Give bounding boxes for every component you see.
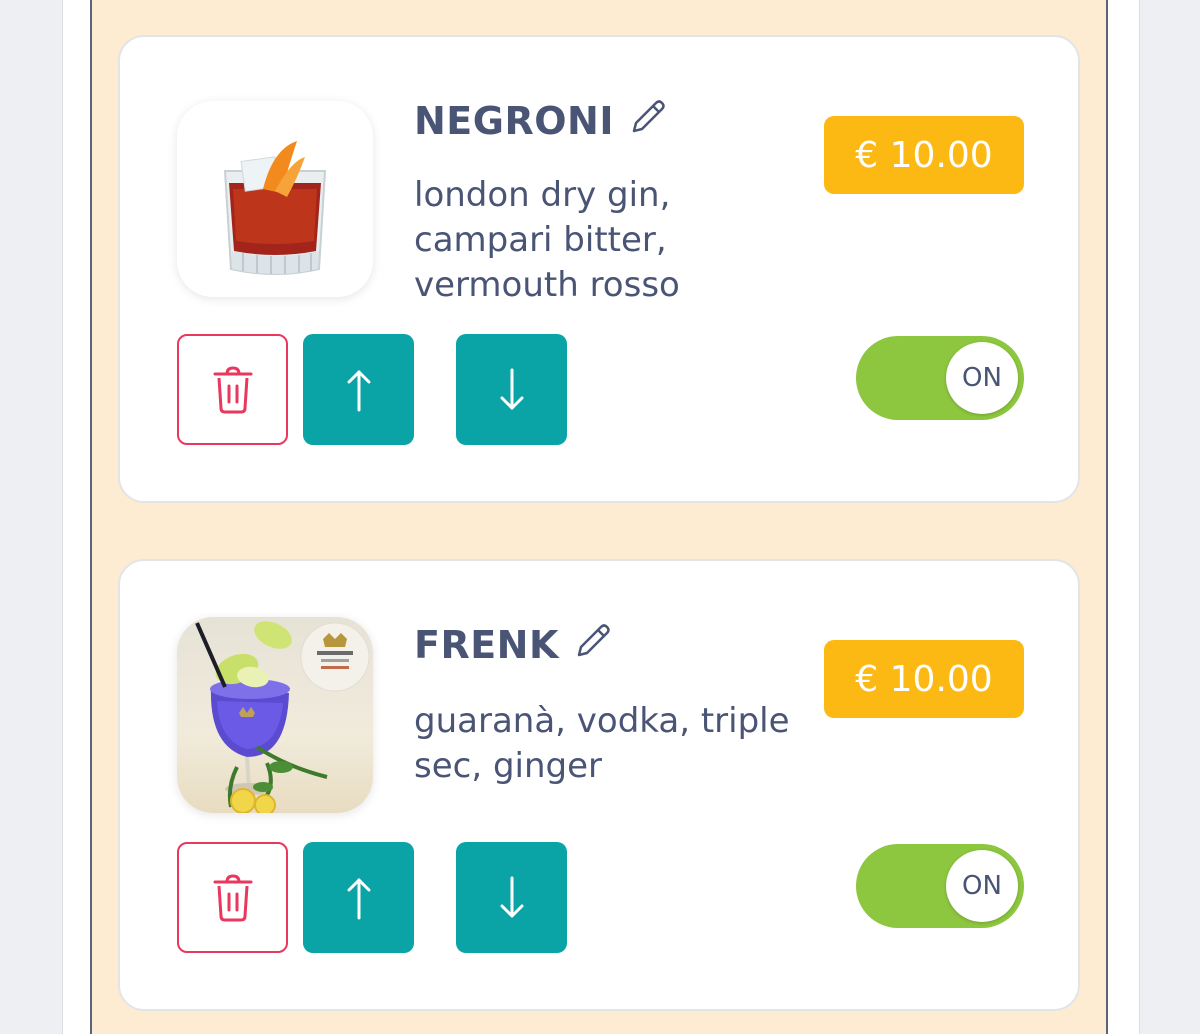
item-description: guaranà, vodka, triple sec, ginger [414,701,790,786]
delete-button[interactable] [177,334,288,445]
item-name: FRENK [414,623,559,667]
negroni-cocktail-image [177,101,373,297]
item-name: NEGRONI [414,99,614,143]
pencil-icon[interactable] [626,95,670,139]
frenk-cocktail-image [177,617,373,813]
arrow-up-icon [347,370,370,411]
toggle-label: ON [946,342,1018,414]
delete-button[interactable] [177,842,288,953]
price-badge: € 10.00 [824,640,1024,718]
arrow-down-icon [500,876,523,917]
item-name-row: FRENK [414,623,615,667]
move-up-button[interactable] [303,842,414,953]
pencil-icon[interactable] [571,619,615,663]
item-description: london dry gin, campari bitter, vermouth… [414,175,680,305]
arrow-down-icon [500,368,523,409]
move-up-button[interactable] [303,334,414,445]
move-down-button[interactable] [456,334,567,445]
menu-item-card: FRENK guaranà, vodka, triple sec, ginger… [118,559,1080,1011]
move-down-button[interactable] [456,842,567,953]
toggle-label: ON [946,850,1018,922]
menu-item-card: NEGRONI london dry gin, campari bitter, … [118,35,1080,503]
trash-icon [213,365,252,413]
availability-toggle[interactable]: ON [856,336,1024,420]
arrow-up-icon [347,878,370,919]
price-badge: € 10.00 [824,116,1024,194]
availability-toggle[interactable]: ON [856,844,1024,928]
trash-icon [213,873,252,921]
item-name-row: NEGRONI [414,99,670,143]
